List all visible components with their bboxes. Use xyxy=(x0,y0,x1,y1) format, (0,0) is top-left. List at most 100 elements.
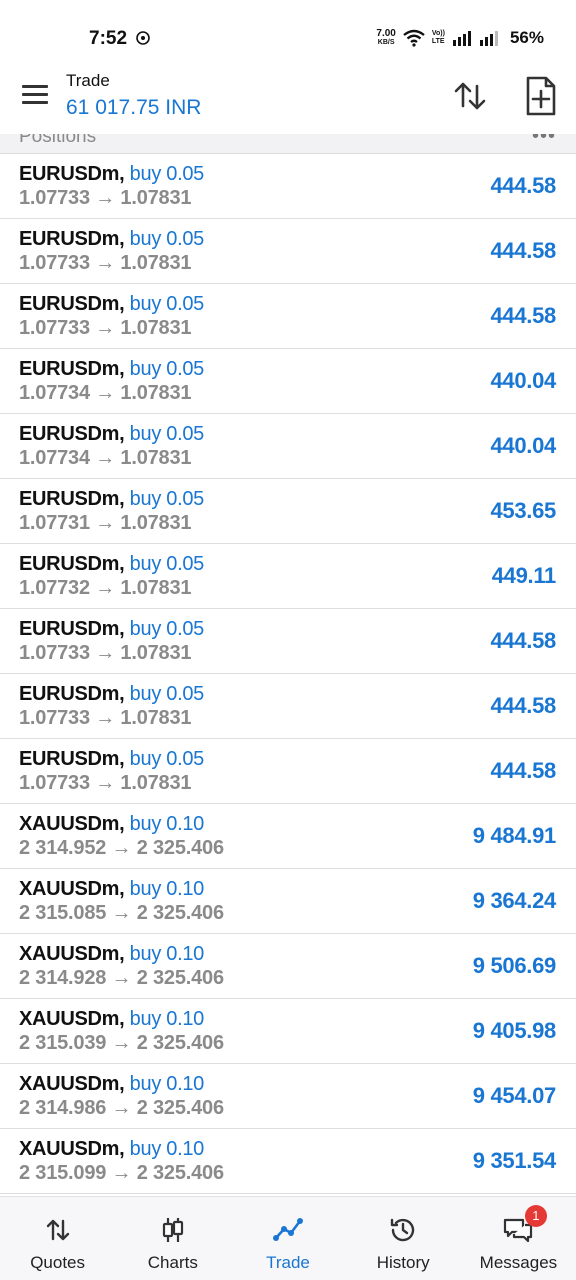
bottom-navigation: Quotes Charts Trade History Messages 1 xyxy=(0,1196,576,1280)
position-symbol: XAUUSDm, buy 0.10 xyxy=(19,1138,204,1161)
open-current-price: 1.07733 → 1.07831 xyxy=(19,772,192,794)
nav-charts[interactable]: Charts xyxy=(115,1197,230,1280)
trade-side-volume: buy 0.10 xyxy=(129,1138,205,1160)
position-row[interactable]: EURUSDm, buy 0.05 1.07733 → 1.07831 444.58 xyxy=(0,739,576,804)
position-row[interactable]: EURUSDm, buy 0.05 1.07734 → 1.07831 440.04 xyxy=(0,414,576,479)
position-symbol: XAUUSDm, buy 0.10 xyxy=(19,813,204,836)
open-current-price: 2 315.085 → 2 325.406 xyxy=(19,902,224,924)
position-symbol: XAUUSDm, buy 0.10 xyxy=(19,1073,204,1096)
sort-icon[interactable] xyxy=(450,76,490,116)
menu-button[interactable] xyxy=(22,82,54,110)
status-time: 7:52 xyxy=(89,28,128,49)
trade-side-volume: buy 0.10 xyxy=(129,1008,205,1030)
notification-badge: 1 xyxy=(524,1205,547,1227)
nav-messages[interactable]: Messages 1 xyxy=(461,1197,576,1280)
position-row[interactable]: EURUSDm, buy 0.05 1.07731 → 1.07831 453.65 xyxy=(0,479,576,544)
position-row[interactable]: XAUUSDm, buy 0.10 2 314.928 → 2 325.406 9 … xyxy=(0,934,576,999)
trade-side-volume: buy 0.05 xyxy=(129,293,205,315)
open-current-price: 1.07734 → 1.07831 xyxy=(19,382,192,404)
position-profit: 9 364.24 xyxy=(472,888,557,913)
trade-side-volume: buy 0.05 xyxy=(129,488,205,510)
position-row[interactable]: XAUUSDm, buy 0.10 2 315.085 → 2 325.406 9 … xyxy=(0,869,576,934)
open-current-price: 2 314.986 → 2 325.406 xyxy=(19,1097,224,1119)
position-symbol: EURUSDm, buy 0.05 xyxy=(19,683,204,706)
signal-icon-sim1 xyxy=(452,31,471,46)
position-row[interactable]: EURUSDm, buy 0.05 1.07734 → 1.07831 440.04 xyxy=(0,349,576,414)
nav-history[interactable]: History xyxy=(346,1197,461,1280)
nav-trade[interactable]: Trade xyxy=(230,1197,345,1280)
position-row[interactable]: EURUSDm, buy 0.05 1.07733 → 1.07831 444.58 xyxy=(0,674,576,739)
trade-side-volume: buy 0.05 xyxy=(129,683,205,705)
volte-indicator: Vo)) LTE xyxy=(431,30,445,45)
nav-label-trade: Trade xyxy=(266,1253,310,1272)
position-row[interactable]: XAUUSDm, buy 0.10 2 315.099 → 2 325.406 9 … xyxy=(0,1129,576,1194)
position-symbol: XAUUSDm, buy 0.10 xyxy=(19,878,204,901)
nav-label-history: History xyxy=(376,1253,430,1272)
position-profit: 444.58 xyxy=(490,303,557,328)
open-current-price: 1.07733 → 1.07831 xyxy=(19,707,192,729)
open-current-price: 2 315.099 → 2 325.406 xyxy=(19,1162,224,1184)
symbol-name: EURUSDm, xyxy=(19,293,125,315)
position-profit: 453.65 xyxy=(490,498,557,523)
position-profit: 444.58 xyxy=(490,173,557,198)
open-current-price: 2 314.928 → 2 325.406 xyxy=(19,967,224,989)
trade-side-volume: buy 0.05 xyxy=(129,748,205,770)
position-row[interactable]: EURUSDm, buy 0.05 1.07732 → 1.07831 449.11 xyxy=(0,544,576,609)
trade-side-volume: buy 0.10 xyxy=(129,1073,205,1095)
status-bar: 7:52 7.00 KB/S Vo)) LTE 56% xyxy=(0,0,576,62)
symbol-name: XAUUSDm, xyxy=(19,878,125,900)
symbol-name: EURUSDm, xyxy=(19,163,125,185)
position-symbol: EURUSDm, buy 0.05 xyxy=(19,358,204,381)
position-row[interactable]: EURUSDm, buy 0.05 1.07733 → 1.07831 444.58 xyxy=(0,219,576,284)
position-profit: 444.58 xyxy=(490,693,557,718)
open-current-price: 1.07731 → 1.07831 xyxy=(19,512,192,534)
nav-quotes[interactable]: Quotes xyxy=(0,1197,115,1280)
position-row[interactable]: XAUUSDm, buy 0.10 2 314.986 → 2 325.406 9 … xyxy=(0,1064,576,1129)
hamburger-icon xyxy=(22,85,48,88)
app-header: Trade 61 017.75 INR xyxy=(0,62,576,134)
symbol-name: EURUSDm, xyxy=(19,553,125,575)
trade-side-volume: buy 0.05 xyxy=(129,553,205,575)
position-symbol: XAUUSDm, buy 0.10 xyxy=(19,1008,204,1031)
symbol-name: XAUUSDm, xyxy=(19,813,125,835)
symbol-name: EURUSDm, xyxy=(19,748,125,770)
position-row[interactable]: XAUUSDm, buy 0.10 2 314.952 → 2 325.406 9 … xyxy=(0,804,576,869)
nav-label-quotes: Quotes xyxy=(30,1253,85,1272)
position-row[interactable]: EURUSDm, buy 0.05 1.07733 → 1.07831 444.58 xyxy=(0,609,576,674)
trade-side-volume: buy 0.05 xyxy=(129,423,205,445)
page-title: Trade xyxy=(66,71,110,90)
trade-side-volume: buy 0.05 xyxy=(129,163,205,185)
position-profit: 9 454.07 xyxy=(472,1083,557,1108)
trade-side-volume: buy 0.10 xyxy=(129,878,205,900)
symbol-name: XAUUSDm, xyxy=(19,1138,125,1160)
position-row[interactable]: XAUUSDm, buy 0.10 2 315.039 → 2 325.406 9 … xyxy=(0,999,576,1064)
position-profit: 440.04 xyxy=(490,368,557,393)
position-row[interactable]: EURUSDm, buy 0.05 1.07733 → 1.07831 444.58 xyxy=(0,284,576,349)
symbol-name: XAUUSDm, xyxy=(19,1008,125,1030)
positions-list: EURUSDm, buy 0.05 1.07733 → 1.07831 444.58… xyxy=(0,154,576,1194)
open-current-price: 1.07732 → 1.07831 xyxy=(19,577,192,599)
signal-icon-sim2 xyxy=(479,31,498,46)
symbol-name: EURUSDm, xyxy=(19,683,125,705)
new-order-icon[interactable] xyxy=(520,74,560,118)
position-symbol: EURUSDm, buy 0.05 xyxy=(19,488,204,511)
trade-side-volume: buy 0.05 xyxy=(129,618,205,640)
position-symbol: EURUSDm, buy 0.05 xyxy=(19,293,204,316)
trade-side-volume: buy 0.10 xyxy=(129,813,205,835)
position-row[interactable]: EURUSDm, buy 0.05 1.07733 → 1.07831 444.58 xyxy=(0,154,576,219)
position-symbol: EURUSDm, buy 0.05 xyxy=(19,228,204,251)
position-profit: 444.58 xyxy=(490,758,557,783)
position-symbol: EURUSDm, buy 0.05 xyxy=(19,553,204,576)
position-profit: 444.58 xyxy=(490,238,557,263)
position-profit: 440.04 xyxy=(490,433,557,458)
position-symbol: EURUSDm, buy 0.05 xyxy=(19,618,204,641)
position-profit: 9 506.69 xyxy=(472,953,557,978)
open-current-price: 1.07733 → 1.07831 xyxy=(19,252,192,274)
symbol-name: EURUSDm, xyxy=(19,228,125,250)
open-current-price: 1.07733 → 1.07831 xyxy=(19,317,192,339)
more-horizontal-icon[interactable]: ••• xyxy=(532,134,556,146)
wifi-icon xyxy=(403,29,425,47)
position-profit: 9 484.91 xyxy=(472,823,557,848)
nav-label-messages: Messages xyxy=(479,1253,558,1272)
location-target-icon xyxy=(136,31,150,45)
